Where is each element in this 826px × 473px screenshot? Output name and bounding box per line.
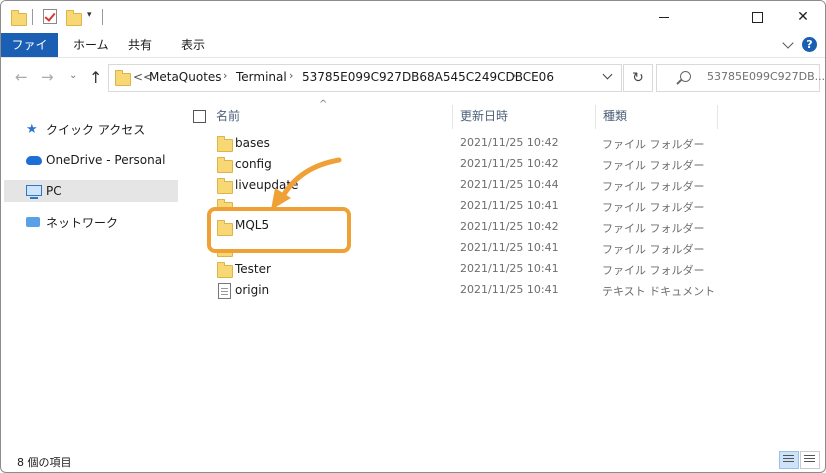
refresh-icon: ↻ bbox=[632, 70, 644, 86]
back-arrow-icon[interactable]: ← bbox=[15, 68, 28, 86]
folder-icon bbox=[217, 220, 233, 236]
sort-ascending-icon: ^ bbox=[319, 99, 328, 110]
breadcrumb-chevron-icon[interactable]: › bbox=[223, 69, 227, 82]
ribbon-expand-chevron-icon[interactable] bbox=[782, 36, 794, 49]
tab-home[interactable]: ホーム bbox=[63, 33, 119, 57]
minimize-button[interactable] bbox=[641, 1, 687, 33]
file-type: テキスト ドキュメント bbox=[602, 285, 716, 298]
table-row[interactable]: Tester 2021/11/25 10:41 ファイル フォルダー bbox=[182, 259, 722, 280]
tab-share[interactable]: 共有 bbox=[118, 33, 162, 57]
file-date: 2021/11/25 10:42 bbox=[460, 136, 559, 149]
file-type: ファイル フォルダー bbox=[602, 222, 705, 235]
ribbon-tabs: ファイル ホーム 共有 表示 ? bbox=[1, 33, 825, 76]
nav-item-label: ネットワーク bbox=[46, 216, 119, 230]
nav-item-label: クイック アクセス bbox=[46, 123, 146, 137]
title-bar: ▾ ✕ bbox=[1, 1, 825, 33]
file-date: 2021/11/25 10:42 bbox=[460, 157, 559, 170]
help-icon[interactable]: ? bbox=[802, 37, 817, 52]
column-divider[interactable] bbox=[452, 105, 453, 129]
address-bar[interactable]: << MetaQuotes › Terminal › 53785E099C927… bbox=[108, 64, 622, 92]
column-divider[interactable] bbox=[595, 105, 596, 129]
folder-icon bbox=[217, 136, 233, 152]
details-view-button[interactable] bbox=[779, 451, 799, 469]
file-name: Tester bbox=[235, 262, 271, 276]
file-date: 2021/11/25 10:42 bbox=[460, 220, 559, 233]
customize-dropdown-icon[interactable]: ▾ bbox=[87, 10, 92, 20]
column-header: ^ 名前 更新日時 種類 bbox=[182, 99, 825, 129]
folder-icon bbox=[217, 262, 233, 278]
close-button[interactable]: ✕ bbox=[780, 1, 825, 33]
file-date: 2021/11/25 10:41 bbox=[460, 241, 559, 254]
folder-icon bbox=[115, 70, 131, 86]
recent-locations-chevron-icon[interactable]: ⌄ bbox=[69, 70, 77, 81]
search-input[interactable]: 53785E099C927DB... bbox=[656, 64, 825, 92]
tab-view[interactable]: 表示 bbox=[171, 33, 215, 57]
column-divider[interactable] bbox=[717, 105, 718, 129]
up-arrow-icon[interactable]: ↑ bbox=[89, 68, 102, 87]
file-type: ファイル フォルダー bbox=[602, 180, 705, 193]
onedrive-cloud-icon bbox=[26, 156, 42, 165]
toolbar-separator bbox=[32, 9, 33, 25]
new-folder-icon[interactable] bbox=[66, 10, 82, 26]
refresh-button[interactable]: ↻ bbox=[623, 64, 653, 92]
mql5-highlight-box[interactable]: MQL5 bbox=[207, 207, 351, 253]
explorer-window: ▾ ✕ ファイル ホーム 共有 表示 ? ← → ⌄ ↑ << MetaQuot… bbox=[0, 0, 826, 473]
minimize-icon bbox=[659, 16, 669, 18]
file-name: bases bbox=[235, 136, 270, 150]
quick-access-star-icon: ★ bbox=[26, 122, 38, 137]
file-type: ファイル フォルダー bbox=[602, 243, 705, 256]
file-type: ファイル フォルダー bbox=[602, 264, 705, 277]
forward-arrow-icon[interactable]: → bbox=[41, 68, 54, 86]
breadcrumb-chevron-icon[interactable]: › bbox=[289, 69, 293, 82]
nav-item-label: PC bbox=[46, 184, 62, 198]
pc-icon bbox=[26, 185, 42, 199]
breadcrumb-metaquotes[interactable]: MetaQuotes bbox=[149, 70, 222, 84]
folder-icon bbox=[217, 178, 233, 194]
search-placeholder: 53785E099C927DB... bbox=[707, 70, 826, 83]
nav-item-network[interactable]: ネットワーク bbox=[4, 212, 178, 234]
nav-item-onedrive[interactable]: OneDrive - Personal bbox=[4, 149, 178, 171]
file-date: 2021/11/25 10:44 bbox=[460, 178, 559, 191]
properties-check-icon[interactable] bbox=[43, 9, 57, 24]
nav-item-quick-access[interactable]: ★ クイック アクセス bbox=[4, 119, 178, 141]
select-all-checkbox[interactable] bbox=[193, 110, 206, 123]
maximize-icon bbox=[751, 11, 763, 23]
file-date: 2021/11/25 10:41 bbox=[460, 262, 559, 275]
file-type: ファイル フォルダー bbox=[602, 159, 705, 172]
file-list: ^ 名前 更新日時 種類 bases 2021/11/25 10:42 ファイル… bbox=[182, 97, 825, 449]
maximize-button[interactable] bbox=[734, 1, 780, 33]
file-date: 2021/11/25 10:41 bbox=[460, 199, 559, 212]
network-icon bbox=[26, 217, 40, 227]
table-row[interactable]: origin 2021/11/25 10:41 テキスト ドキュメント bbox=[182, 280, 722, 301]
nav-item-label: OneDrive - Personal bbox=[46, 153, 166, 167]
file-date: 2021/11/25 10:41 bbox=[460, 283, 559, 296]
text-file-icon bbox=[218, 283, 231, 299]
file-type: ファイル フォルダー bbox=[602, 201, 705, 214]
folder-icon bbox=[11, 10, 27, 26]
address-dropdown-chevron-icon[interactable] bbox=[602, 69, 613, 80]
close-icon: ✕ bbox=[797, 9, 809, 25]
column-date[interactable]: 更新日時 bbox=[460, 105, 508, 127]
status-bar: 8 個の項目 bbox=[1, 449, 825, 472]
search-icon bbox=[680, 71, 691, 82]
large-icons-view-button[interactable] bbox=[800, 451, 820, 469]
file-name: origin bbox=[235, 283, 270, 297]
file-name-mql5: MQL5 bbox=[235, 218, 270, 232]
navigation-bar: ← → ⌄ ↑ << MetaQuotes › Terminal › 53785… bbox=[1, 58, 825, 96]
breadcrumb-terminal[interactable]: Terminal bbox=[236, 70, 287, 84]
toolbar-separator bbox=[102, 9, 103, 25]
navigation-pane: ★ クイック アクセス OneDrive - Personal PC ネットワー… bbox=[1, 97, 181, 449]
column-name[interactable]: 名前 bbox=[216, 105, 240, 127]
tab-file[interactable]: ファイル bbox=[1, 33, 58, 76]
column-type[interactable]: 種類 bbox=[603, 105, 627, 127]
breadcrumb-chevron-icon[interactable]: › bbox=[512, 69, 516, 82]
item-count: 8 個の項目 bbox=[17, 456, 72, 469]
table-row[interactable]: bases 2021/11/25 10:42 ファイル フォルダー bbox=[182, 133, 722, 154]
folder-icon bbox=[217, 157, 233, 173]
file-type: ファイル フォルダー bbox=[602, 138, 705, 151]
nav-item-pc[interactable]: PC bbox=[4, 180, 178, 202]
